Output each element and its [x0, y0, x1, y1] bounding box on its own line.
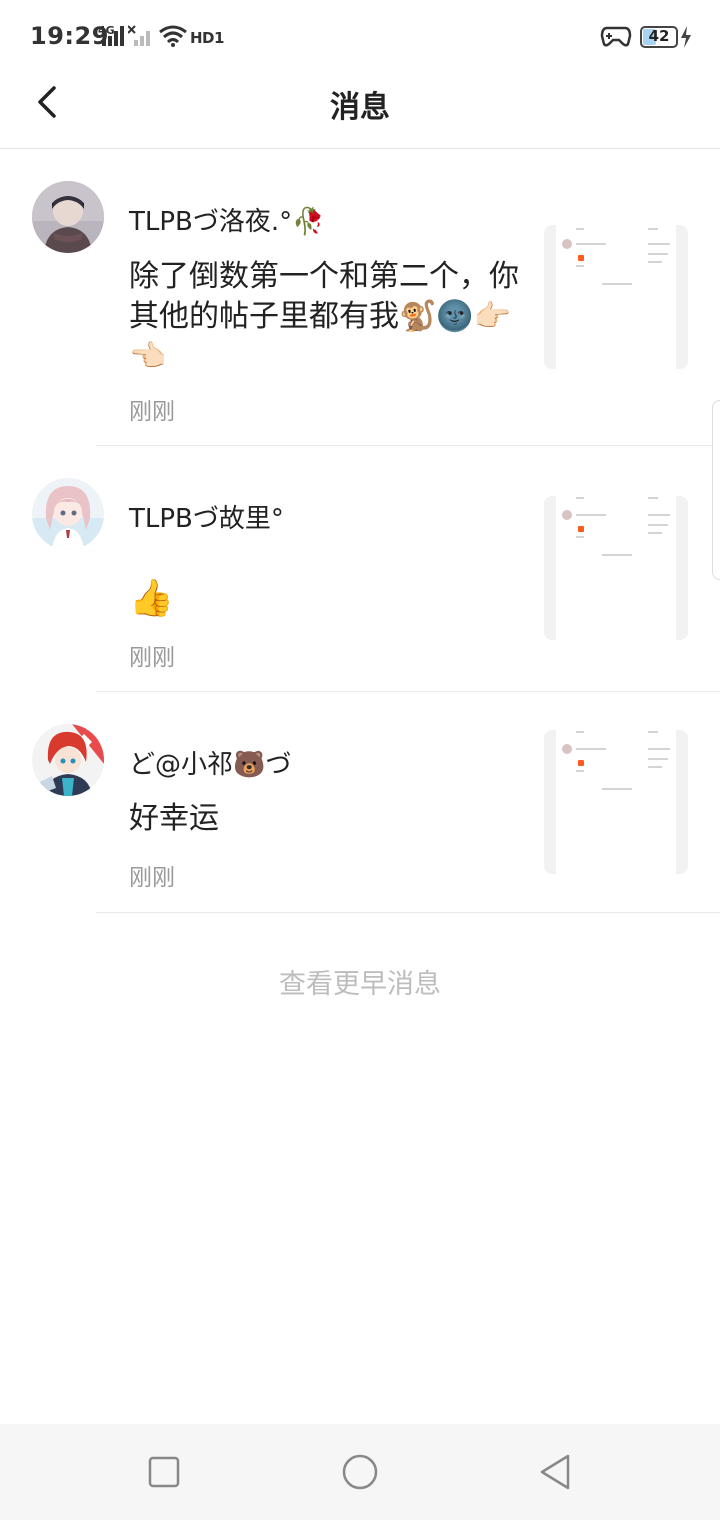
signal-off-icon	[128, 25, 150, 46]
wifi-icon	[159, 25, 187, 47]
status-bar: 19:29 4G HD1 42	[0, 0, 720, 72]
post-thumbnail[interactable]	[544, 496, 688, 640]
message-username[interactable]: TLPBづ洛夜.°🥀	[129, 201, 325, 238]
hd-voice-label: HD1	[190, 29, 224, 47]
load-more-button[interactable]: 查看更早消息	[0, 962, 720, 1001]
back-icon[interactable]	[536, 1452, 576, 1492]
message-time: 刚刚	[129, 399, 175, 425]
message-item[interactable]: ど@小祁🐻づ 好幸运 刚刚	[0, 692, 720, 913]
message-time: 刚刚	[129, 645, 175, 671]
system-nav-bar	[0, 1424, 720, 1520]
message-text: 好幸运	[129, 801, 219, 836]
battery-percentage: 42	[648, 27, 670, 45]
app-header: 消息	[0, 72, 720, 149]
divider	[96, 912, 720, 913]
message-username[interactable]: ど@小祁🐻づ	[129, 744, 291, 781]
message-username[interactable]: TLPBづ故里°	[129, 498, 284, 535]
page-title: 消息	[330, 90, 390, 125]
post-thumbnail[interactable]	[544, 225, 688, 369]
avatar[interactable]	[32, 181, 104, 253]
signal-icon	[102, 26, 124, 46]
home-icon[interactable]	[340, 1452, 380, 1492]
charging-icon	[681, 26, 691, 48]
message-item[interactable]: TLPBづ洛夜.°🥀 除了倒数第一个和第二个，你其他的帖子里都有我🐒🌚👉🏻👈🏻 …	[0, 149, 720, 446]
message-text: 👍	[129, 578, 174, 619]
edge-panel-handle[interactable]	[712, 400, 720, 580]
message-text: 除了倒数第一个和第二个，你其他的帖子里都有我🐒🌚👉🏻👈🏻	[129, 259, 519, 374]
avatar[interactable]	[32, 724, 104, 796]
recent-apps-icon[interactable]	[144, 1452, 184, 1492]
avatar[interactable]	[32, 478, 104, 550]
message-item[interactable]: TLPBづ故里° 👍 刚刚	[0, 446, 720, 692]
battery-icon: 42	[640, 26, 678, 48]
game-mode-icon	[600, 26, 632, 47]
message-time: 刚刚	[129, 865, 175, 891]
post-thumbnail[interactable]	[544, 730, 688, 874]
